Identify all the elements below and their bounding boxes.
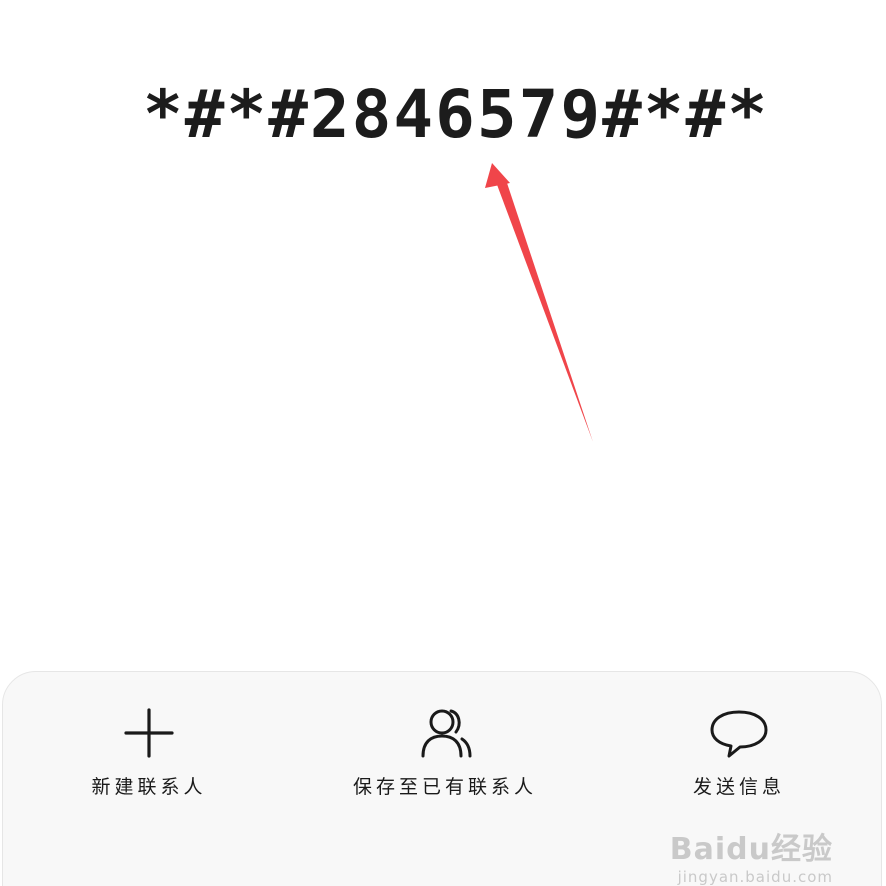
message-icon bbox=[710, 710, 768, 758]
send-message-button[interactable]: 发送信息 bbox=[609, 702, 869, 812]
arrow-head bbox=[485, 163, 510, 188]
new-contact-label: 新建联系人 bbox=[91, 776, 207, 798]
send-message-label: 发送信息 bbox=[692, 776, 785, 798]
dialed-number: *#*#2846579#*#* bbox=[142, 76, 770, 153]
watermark-logo: Baidu经验 bbox=[669, 832, 833, 867]
save-to-existing-contact-label: 保存至已有联系人 bbox=[352, 776, 537, 798]
dialer-action-sheet: 新建联系人 保存至已有联系人 发送信息 Baidu经验 jingyan.baid… bbox=[2, 671, 882, 886]
save-to-existing-contact-button[interactable]: 保存至已有联系人 bbox=[315, 702, 575, 812]
dial-number-display: *#*#2846579#*#* bbox=[0, 70, 886, 160]
contacts-icon bbox=[421, 709, 472, 758]
new-contact-button[interactable]: 新建联系人 bbox=[19, 702, 279, 812]
plus-icon bbox=[124, 708, 174, 758]
arrow-shaft bbox=[496, 180, 593, 442]
watermark-url: jingyan.baidu.com bbox=[677, 868, 833, 886]
baidu-jingyan-watermark: Baidu经验 jingyan.baidu.com bbox=[670, 824, 833, 886]
